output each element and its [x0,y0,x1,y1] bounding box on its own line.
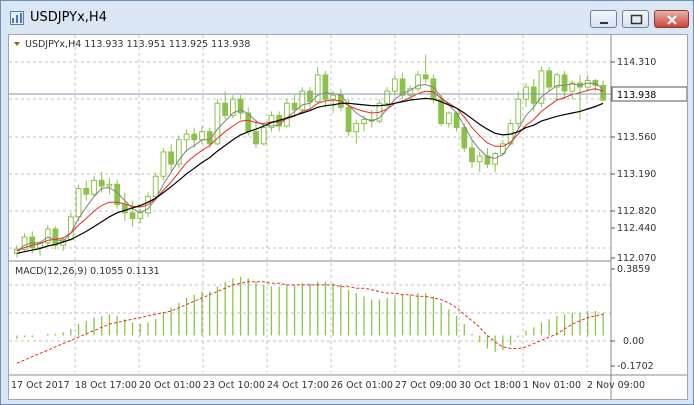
time-label: 1 Nov 01:00 [523,380,581,391]
price-tick: 112.440 [617,223,656,234]
title-bar[interactable]: USDJPYx,H4 [1,1,693,34]
candle-body [515,98,522,125]
maximize-icon [630,14,643,25]
chart-svg[interactable]: USDJPYx,H4 113.933 113.951 113.925 113.9… [9,35,688,399]
candle-body [330,94,337,100]
chart-area[interactable]: USDJPYx,H4 113.933 113.951 113.925 113.9… [8,34,688,400]
chart-menu-arrow-icon[interactable] [14,42,20,46]
macd-axis: 0.3859 0.00 -0.1702 [611,264,654,372]
candle-body [322,74,329,100]
candle-body [106,183,113,187]
time-axis: 17 Oct 2017 18 Oct 17:00 20 Oct 01:00 23… [11,380,645,391]
candle-body [391,78,398,92]
candle-body [75,187,82,218]
candle-body [152,175,159,198]
candle-body [476,155,483,163]
time-label: 27 Oct 09:00 [395,380,457,391]
candle-body [137,212,144,219]
time-label: 23 Oct 10:00 [203,380,265,391]
candle-body [291,102,298,111]
close-button[interactable] [654,10,689,28]
macd-tick: 0.3859 [617,264,650,275]
candle-body [199,131,205,141]
candle-body [52,228,59,246]
candle-body [307,90,313,103]
candle-body [546,70,553,88]
macd-label: MACD(12,26,9) 0.1055 0.1131 [15,266,160,277]
ma-mid-line [16,88,604,252]
candle-body [561,74,568,92]
candle-body [191,133,198,141]
candle-body [91,179,97,195]
window-title: USDJPYx,H4 [30,10,107,25]
mt4-chart-window: USDJPYx,H4 USDJPYx,H4 113.933 113.951 11… [0,0,694,405]
macd-tick: 0.00 [623,336,644,347]
price-tick: 113.560 [617,132,656,143]
macd-tick: -0.1702 [617,361,654,372]
candle-body [361,119,367,125]
candle-body [384,90,391,104]
candle-body [530,86,537,104]
chart-header-label: USDJPYx,H4 113.933 113.951 113.925 113.9… [25,39,250,50]
ma-slow-line [16,97,604,254]
candle-body [67,216,74,241]
candle-body [469,147,475,163]
candle-body [523,86,529,100]
candle-body [160,151,167,177]
candle-body [345,106,352,133]
candle-body [168,151,175,165]
maximize-button[interactable] [622,10,649,28]
time-label: 24 Oct 17:00 [267,380,329,391]
price-tick: 112.070 [617,253,656,264]
time-label: 17 Oct 2017 [11,380,70,391]
candle-body [422,74,429,80]
candles [13,54,607,258]
minimize-icon [600,22,608,24]
price-tick: 113.190 [617,169,656,180]
candle-body [129,212,136,219]
time-label: 18 Oct 17:00 [75,380,137,391]
time-label: 26 Oct 01:00 [331,380,393,391]
current-price-label: 113.938 [617,90,656,101]
time-label: 2 Nov 09:00 [587,380,645,391]
time-label: 20 Oct 01:00 [139,380,201,391]
minimize-button[interactable] [590,10,617,28]
candle-body [83,187,90,195]
candle-body [98,179,105,187]
candle-body [353,123,360,133]
macd-indicator [16,276,604,364]
candle-body [183,133,190,141]
candle-body [445,112,452,125]
candle-body [121,204,128,214]
candle-body [461,127,468,149]
candle-body [283,102,290,127]
time-label: 30 Oct 18:00 [459,380,521,391]
price-tick: 114.310 [617,57,656,68]
chart-window-icon [10,11,24,25]
candle-body [260,127,267,145]
ma-fast-line [16,82,604,252]
price-tick: 112.820 [617,206,656,217]
close-icon [667,15,677,25]
candle-body [222,102,229,116]
candle-body [253,131,259,145]
moving-averages [16,82,604,254]
